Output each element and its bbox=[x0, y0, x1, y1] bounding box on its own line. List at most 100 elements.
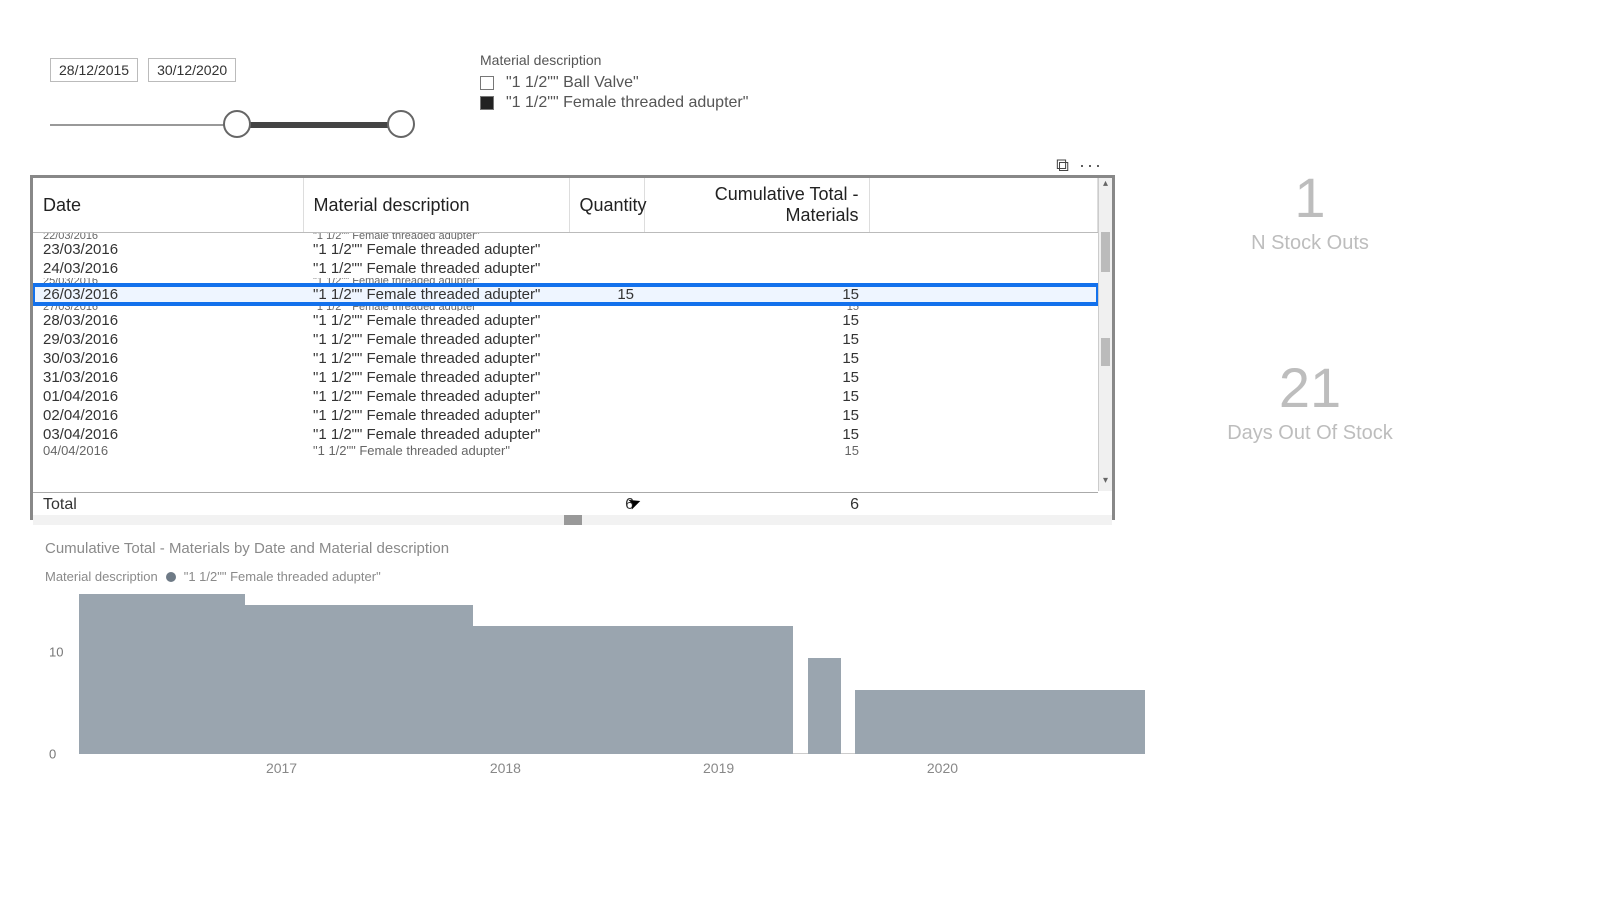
table-row[interactable]: 03/04/2016"1 1/2"" Female threaded adupt… bbox=[33, 425, 1098, 444]
cell-date: 23/03/2016 bbox=[33, 240, 303, 259]
chart-series-segment bbox=[473, 626, 793, 754]
material-option-ball-valve[interactable]: "1 1/2"" Ball Valve" bbox=[480, 74, 880, 92]
table-row[interactable]: 31/03/2016"1 1/2"" Female threaded adupt… bbox=[33, 368, 1098, 387]
cell-blank bbox=[869, 233, 1098, 240]
table-row[interactable]: 02/04/2016"1 1/2"" Female threaded adupt… bbox=[33, 406, 1098, 425]
table-row[interactable]: 30/03/2016"1 1/2"" Female threaded adupt… bbox=[33, 349, 1098, 368]
cell-blank bbox=[869, 406, 1098, 425]
table-row[interactable]: 23/03/2016"1 1/2"" Female threaded adupt… bbox=[33, 240, 1098, 259]
card-days-out-of-stock: 21 Days Out Of Stock bbox=[1170, 360, 1450, 445]
table-row[interactable]: 26/03/2016"1 1/2"" Female threaded adupt… bbox=[33, 285, 1098, 304]
table-row[interactable]: 04/04/2016"1 1/2"" Female threaded adupt… bbox=[33, 444, 1098, 457]
cell-blank bbox=[869, 444, 1098, 457]
cell-blank bbox=[869, 368, 1098, 387]
cell-cumulative bbox=[644, 278, 869, 285]
more-options-icon[interactable]: ··· bbox=[1079, 155, 1103, 176]
cell-quantity bbox=[569, 278, 644, 285]
date-end-input[interactable]: 30/12/2020 bbox=[148, 58, 236, 82]
table-row[interactable]: 27/03/2016"1 1/2"" Female threaded adupt… bbox=[33, 304, 1098, 311]
cell-date: 26/03/2016 bbox=[33, 285, 303, 304]
material-option-adupter[interactable]: "1 1/2"" Female threaded adupter" bbox=[480, 94, 880, 112]
table-row[interactable]: 01/04/2016"1 1/2"" Female threaded adupt… bbox=[33, 387, 1098, 406]
chart-legend[interactable]: Material description "1 1/2"" Female thr… bbox=[45, 569, 1145, 584]
cell-quantity bbox=[569, 240, 644, 259]
table-row[interactable]: 22/03/2016"1 1/2"" Female threaded adupt… bbox=[33, 233, 1098, 240]
total-cumulative: 6 bbox=[644, 493, 869, 518]
table-frame: Date Material description Quantity Cumul… bbox=[30, 175, 1115, 520]
cell-blank bbox=[869, 387, 1098, 406]
horizontal-scrollbar[interactable] bbox=[33, 515, 1112, 525]
cell-cumulative bbox=[644, 259, 869, 278]
cell-cumulative: 15 bbox=[644, 406, 869, 425]
y-axis-tick: 0 bbox=[49, 747, 56, 762]
col-header-date[interactable]: Date bbox=[33, 178, 303, 233]
x-axis-tick: 2020 bbox=[927, 760, 958, 776]
date-start-input[interactable]: 28/12/2015 bbox=[50, 58, 138, 82]
col-header-cumulative[interactable]: Cumulative Total - Materials bbox=[644, 178, 869, 233]
slider-track-active bbox=[237, 122, 401, 128]
legend-marker-icon bbox=[166, 572, 176, 582]
cell-quantity: 15 bbox=[569, 285, 644, 304]
slider-handle-start[interactable] bbox=[223, 110, 251, 138]
cell-date: 01/04/2016 bbox=[33, 387, 303, 406]
legend-series-label: "1 1/2"" Female threaded adupter" bbox=[184, 569, 381, 584]
cell-material: "1 1/2"" Female threaded adupter" bbox=[303, 311, 569, 330]
table-row[interactable]: 28/03/2016"1 1/2"" Female threaded adupt… bbox=[33, 311, 1098, 330]
legend-field-label: Material description bbox=[45, 569, 158, 584]
chart-series-segment bbox=[245, 605, 473, 754]
focus-mode-icon[interactable]: ⧉ bbox=[1056, 155, 1069, 176]
scroll-up-icon[interactable]: ▴ bbox=[1099, 178, 1112, 194]
cell-cumulative bbox=[644, 233, 869, 240]
scroll-thumb[interactable] bbox=[1101, 338, 1110, 366]
slider-handle-end[interactable] bbox=[387, 110, 415, 138]
cell-material: "1 1/2"" Female threaded adupter" bbox=[303, 240, 569, 259]
scroll-thumb[interactable] bbox=[1101, 232, 1110, 272]
cell-date: 27/03/2016 bbox=[33, 304, 303, 311]
cell-material: "1 1/2"" Female threaded adupter" bbox=[303, 330, 569, 349]
x-axis-tick: 2017 bbox=[266, 760, 297, 776]
cell-date: 30/03/2016 bbox=[33, 349, 303, 368]
chart-series-segment bbox=[808, 658, 841, 754]
x-axis-tick: 2018 bbox=[490, 760, 521, 776]
cell-cumulative: 15 bbox=[644, 349, 869, 368]
chart-plot-area[interactable]: 10 0 bbox=[79, 594, 1145, 754]
material-description-slicer[interactable]: Material description "1 1/2"" Ball Valve… bbox=[480, 52, 880, 112]
cell-quantity bbox=[569, 425, 644, 444]
cell-quantity bbox=[569, 406, 644, 425]
col-header-material[interactable]: Material description bbox=[303, 178, 569, 233]
table-body-viewport[interactable]: 22/03/2016"1 1/2"" Female threaded adupt… bbox=[33, 233, 1098, 504]
cell-blank bbox=[869, 425, 1098, 444]
card-value: 1 bbox=[1200, 170, 1420, 226]
cell-date: 31/03/2016 bbox=[33, 368, 303, 387]
cell-cumulative: 15 bbox=[644, 368, 869, 387]
table-total-row: Total 6 6 bbox=[33, 493, 1098, 518]
materials-table[interactable]: ⧉ ··· Date Material description Quantity… bbox=[30, 175, 1115, 520]
cell-blank bbox=[869, 311, 1098, 330]
date-slider-track[interactable] bbox=[50, 110, 440, 140]
cell-quantity bbox=[569, 311, 644, 330]
table-row[interactable]: 25/03/2016"1 1/2"" Female threaded adupt… bbox=[33, 278, 1098, 285]
col-header-quantity[interactable]: Quantity bbox=[569, 178, 644, 233]
material-option-label: "1 1/2"" Ball Valve" bbox=[506, 74, 639, 92]
scroll-thumb[interactable] bbox=[564, 515, 582, 525]
cell-blank bbox=[869, 259, 1098, 278]
cell-blank bbox=[869, 349, 1098, 368]
cell-blank bbox=[869, 330, 1098, 349]
checkbox-icon[interactable] bbox=[480, 76, 494, 90]
vertical-scrollbar[interactable]: ▴ ▾ bbox=[1098, 178, 1112, 491]
material-option-label: "1 1/2"" Female threaded adupter" bbox=[506, 94, 748, 112]
cell-blank bbox=[869, 240, 1098, 259]
checkbox-icon[interactable] bbox=[480, 96, 494, 110]
cell-date: 03/04/2016 bbox=[33, 425, 303, 444]
table-row[interactable]: 29/03/2016"1 1/2"" Female threaded adupt… bbox=[33, 330, 1098, 349]
cell-cumulative bbox=[644, 240, 869, 259]
date-range-slicer[interactable]: 28/12/2015 30/12/2020 bbox=[50, 58, 450, 140]
table-row[interactable]: 24/03/2016"1 1/2"" Female threaded adupt… bbox=[33, 259, 1098, 278]
x-axis-tick: 2019 bbox=[703, 760, 734, 776]
scroll-down-icon[interactable]: ▾ bbox=[1099, 475, 1112, 491]
cell-blank bbox=[869, 285, 1098, 304]
cumulative-total-chart[interactable]: Cumulative Total - Materials by Date and… bbox=[45, 540, 1145, 780]
chart-title: Cumulative Total - Materials by Date and… bbox=[45, 540, 1145, 557]
cell-date: 02/04/2016 bbox=[33, 406, 303, 425]
cell-material: "1 1/2"" Female threaded adupter" bbox=[303, 425, 569, 444]
